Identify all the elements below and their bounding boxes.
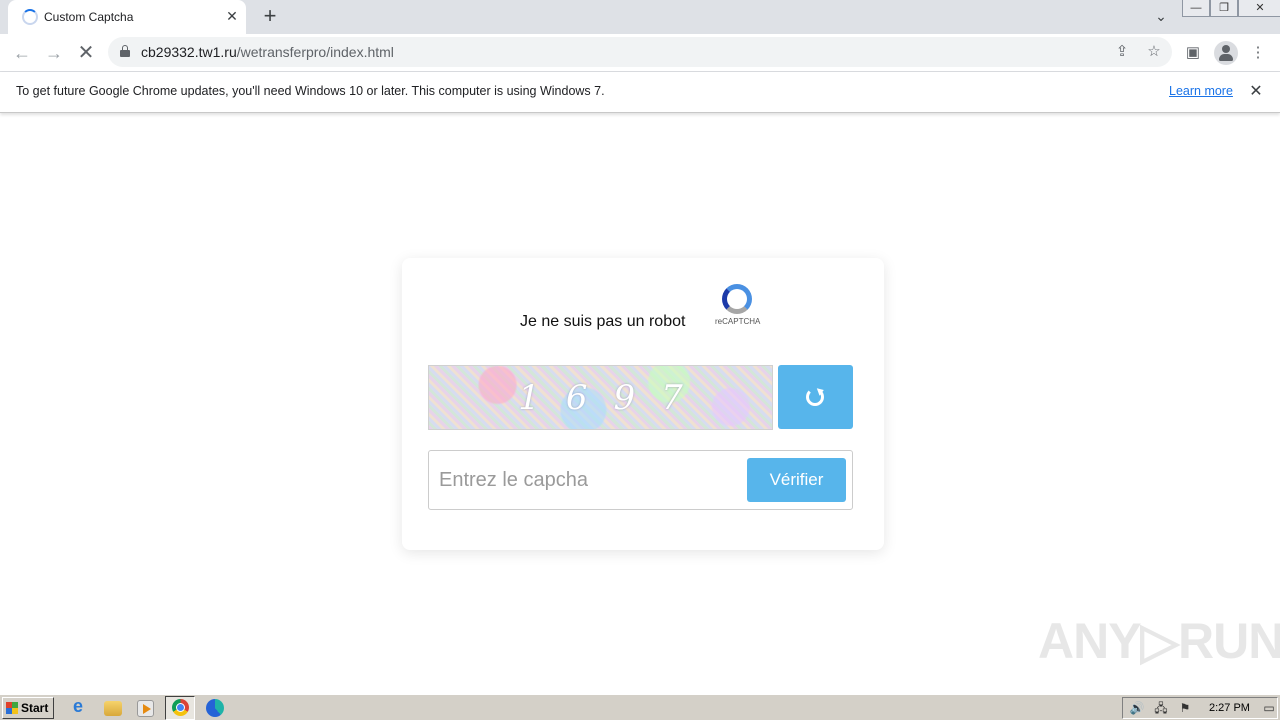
bookmark-star-icon[interactable]: ☆ (1145, 43, 1163, 61)
learn-more-link[interactable]: Learn more (1169, 84, 1233, 98)
taskbar-chrome-button[interactable] (165, 696, 195, 720)
share-icon[interactable]: ⇪ (1113, 43, 1131, 61)
chrome-icon (172, 699, 189, 716)
refresh-icon (806, 388, 824, 406)
captcha-image: 1697 (428, 365, 773, 430)
tab-strip: Custom Captcha ✕ + ⌄ — ❐ ✕ (0, 0, 1280, 34)
url-host: cb29332.tw1.ru (141, 44, 237, 60)
side-panel-icon[interactable]: ▣ (1182, 42, 1204, 64)
action-center-flag-icon[interactable]: ⚑ (1177, 701, 1193, 715)
url-path: /wetransferpro/index.html (236, 44, 394, 60)
url-text[interactable]: cb29332.tw1.ru/wetransferpro/index.html (141, 44, 394, 60)
restore-button[interactable]: ❐ (1210, 0, 1238, 17)
minimize-button[interactable]: — (1182, 0, 1210, 17)
start-button[interactable]: Start (2, 697, 54, 719)
profile-avatar-icon[interactable] (1214, 41, 1238, 65)
refresh-captcha-button[interactable] (778, 365, 853, 429)
anyrun-watermark: ANY▷RUN (1038, 613, 1280, 669)
lock-icon[interactable] (120, 45, 130, 57)
browser-toolbar: ← → ✕ cb29332.tw1.ru/wetransferpro/index… (0, 34, 1280, 72)
forward-button[interactable]: → (42, 41, 66, 65)
new-tab-button[interactable]: + (259, 5, 281, 27)
file-explorer-icon[interactable] (104, 701, 122, 716)
verify-button[interactable]: Vérifier (747, 458, 846, 502)
tab-title: Custom Captcha (44, 10, 134, 24)
windows-taskbar: Start 🔊 🖧 ⚑ 2:27 PM ▭ (0, 694, 1280, 720)
chrome-menu-icon[interactable]: ⋮ (1247, 42, 1269, 64)
volume-icon[interactable]: 🔊 (1129, 701, 1145, 715)
back-button[interactable]: ← (10, 41, 34, 65)
window-controls: — ❐ ✕ (1182, 0, 1280, 18)
infobar-message: To get future Google Chrome updates, you… (16, 84, 605, 98)
infobar-close-icon[interactable]: ✕ (1247, 83, 1265, 101)
windows-flag-icon (6, 702, 18, 714)
captcha-digits: 1697 (518, 378, 709, 418)
stop-loading-button[interactable]: ✕ (74, 41, 98, 65)
media-player-icon[interactable] (137, 700, 154, 717)
address-bar[interactable]: cb29332.tw1.ru/wetransferpro/index.html … (108, 37, 1172, 67)
start-label: Start (21, 701, 49, 715)
window-close-button[interactable]: ✕ (1238, 0, 1280, 17)
show-desktop-icon[interactable]: ▭ (1261, 701, 1277, 715)
edge-icon[interactable] (206, 699, 224, 717)
system-tray: 🔊 🖧 ⚑ 2:27 PM ▭ (1122, 697, 1278, 719)
tab-search-chevron-icon[interactable]: ⌄ (1152, 8, 1170, 26)
network-icon[interactable]: 🖧 (1153, 701, 1169, 715)
clock[interactable]: 2:27 PM (1209, 702, 1250, 714)
recaptcha-label: reCAPTCHA (715, 317, 761, 326)
captcha-card: Je ne suis pas un robot reCAPTCHA 1697 V… (402, 258, 884, 550)
browser-tab[interactable]: Custom Captcha ✕ (8, 0, 246, 34)
loading-spinner-icon (22, 9, 38, 25)
robot-heading: Je ne suis pas un robot (520, 313, 686, 330)
captcha-input-group: Vérifier (428, 450, 853, 510)
captcha-input[interactable] (439, 461, 739, 499)
update-infobar: To get future Google Chrome updates, you… (0, 72, 1280, 113)
tab-close-icon[interactable]: ✕ (224, 8, 240, 24)
internet-explorer-icon[interactable] (70, 696, 90, 718)
